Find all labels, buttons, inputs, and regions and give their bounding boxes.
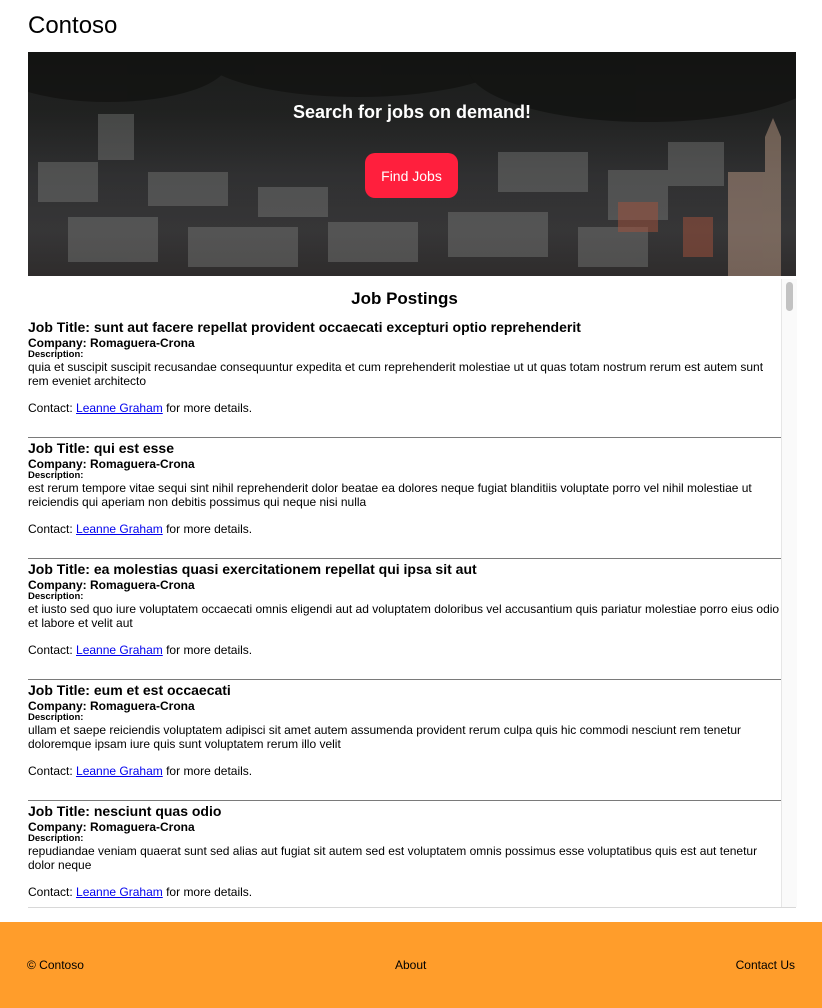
job-contact: Contact: Leanne Graham for more details.	[28, 763, 781, 779]
contact-suffix: for more details.	[162, 764, 253, 778]
job-description: ullam et saepe reiciendis voluptatem adi…	[28, 723, 742, 751]
job-description-label: Description:	[28, 591, 84, 602]
footer-about-link[interactable]: About	[395, 958, 426, 972]
job-title: Job Title: qui est esse	[28, 440, 175, 456]
job-description: repudiandae veniam quaerat sunt sed alia…	[28, 844, 758, 872]
job-title: Job Title: nesciunt quas odio	[28, 803, 222, 819]
job-posting: Job Title: ea molestias quasi exercitati…	[28, 560, 781, 680]
job-posting: Job Title: sunt aut facere repellat prov…	[28, 318, 781, 438]
job-company: Company: Romaguera-Crona	[28, 820, 195, 834]
job-posting: Job Title: nesciunt quas odio Company: Ro…	[28, 802, 781, 907]
job-postings-panel[interactable]: Job Postings Job Title: sunt aut facere …	[28, 280, 796, 908]
contact-prefix: Contact:	[28, 401, 77, 415]
job-description: quia et suscipit suscipit recusandae con…	[28, 360, 764, 388]
job-posting: Job Title: qui est esse Company: Romaguer…	[28, 439, 781, 559]
job-title: Job Title: sunt aut facere repellat prov…	[28, 319, 581, 335]
contact-suffix: for more details.	[162, 643, 253, 657]
job-company: Company: Romaguera-Crona	[28, 578, 195, 592]
job-postings-scrollbar[interactable]	[781, 279, 797, 907]
contact-suffix: for more details.	[162, 401, 253, 415]
find-jobs-button[interactable]: Find Jobs	[365, 153, 458, 198]
job-postings-heading: Job Postings	[351, 289, 458, 308]
job-title: Job Title: ea molestias quasi exercitati…	[28, 561, 477, 577]
contact-name-link[interactable]: Leanne Graham	[76, 401, 163, 415]
job-contact: Contact: Leanne Graham for more details.	[28, 400, 781, 416]
job-title: Job Title: eum et est occaecati	[28, 682, 231, 698]
contact-name-link[interactable]: Leanne Graham	[76, 522, 163, 536]
hero-heading: Search for jobs on demand!	[292, 102, 532, 122]
contact-prefix: Contact:	[28, 885, 77, 899]
contact-prefix: Contact:	[28, 764, 77, 778]
contact-suffix: for more details.	[162, 522, 253, 536]
contact-name-link[interactable]: Leanne Graham	[76, 764, 163, 778]
job-posting: Job Title: eum et est occaecati Company: …	[28, 681, 781, 801]
hero-banner: Search for jobs on demand! Find Jobs	[28, 52, 796, 276]
contact-prefix: Contact:	[28, 643, 77, 657]
site-title: Contoso	[28, 12, 118, 39]
contact-name-link[interactable]: Leanne Graham	[76, 643, 163, 657]
job-contact: Contact: Leanne Graham for more details.	[28, 642, 781, 658]
job-description-label: Description:	[28, 712, 84, 723]
job-company: Company: Romaguera-Crona	[28, 336, 195, 350]
contact-prefix: Contact:	[28, 522, 77, 536]
job-description-label: Description:	[28, 349, 84, 360]
contact-name-link[interactable]: Leanne Graham	[76, 885, 163, 899]
job-company: Company: Romaguera-Crona	[28, 457, 195, 471]
footer: © Contoso About Contact Us	[0, 922, 822, 1008]
footer-copyright: © Contoso	[27, 958, 84, 972]
footer-contact-us-link[interactable]: Contact Us	[736, 958, 795, 972]
contact-suffix: for more details.	[162, 885, 253, 899]
job-contact: Contact: Leanne Graham for more details.	[28, 521, 781, 537]
job-description-label: Description:	[28, 833, 84, 844]
job-description: est rerum tempore vitae sequi sint nihil…	[28, 481, 752, 509]
scrollbar-thumb[interactable]	[786, 282, 793, 311]
job-contact: Contact: Leanne Graham for more details.	[28, 884, 781, 900]
job-company: Company: Romaguera-Crona	[28, 699, 195, 713]
job-description: et iusto sed quo iure voluptatem occaeca…	[28, 602, 780, 630]
job-description-label: Description:	[28, 470, 84, 481]
